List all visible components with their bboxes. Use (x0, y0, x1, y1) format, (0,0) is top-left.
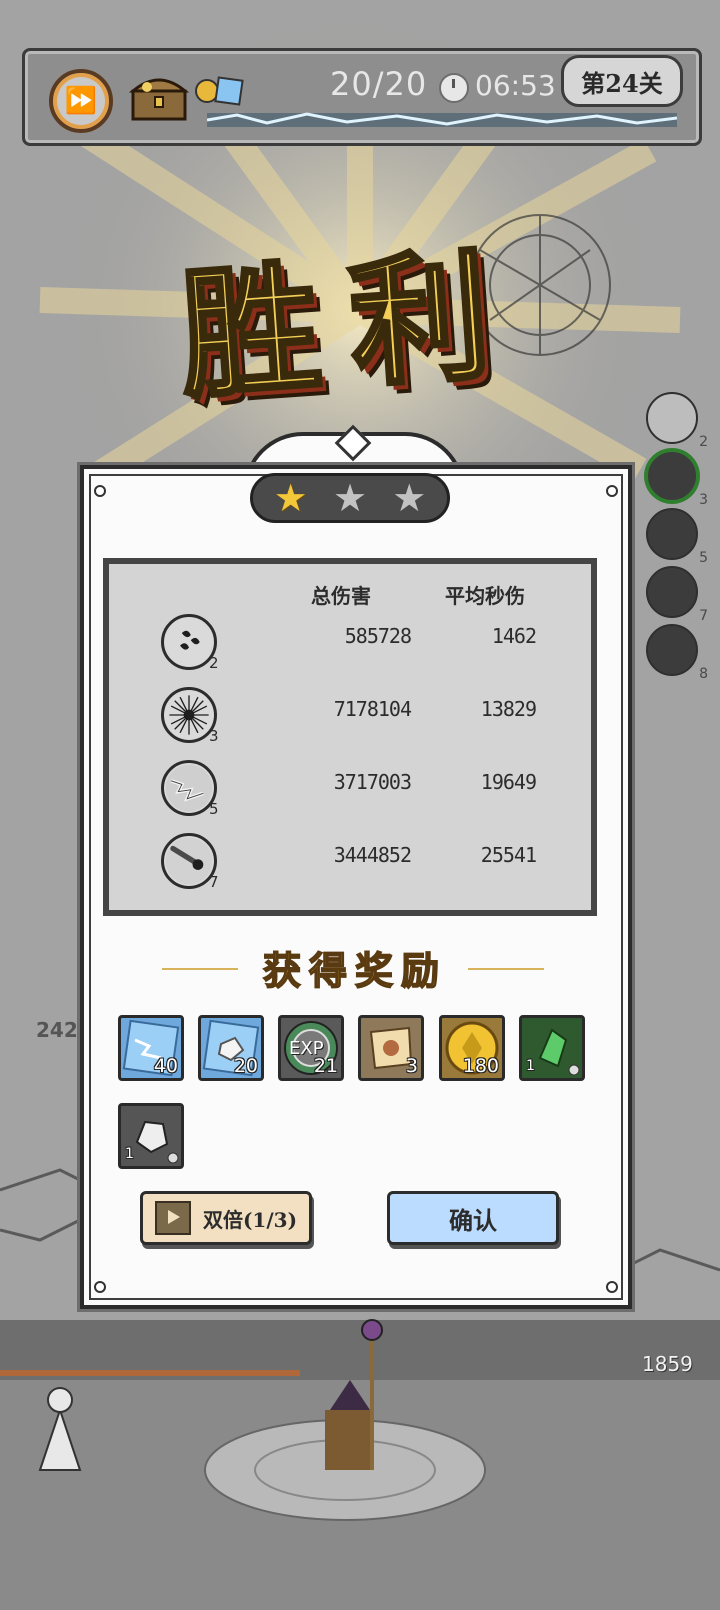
side-skill-list: 2 3 5 7 8 (646, 392, 708, 682)
damage-stats-table: 总伤害 平均秒伤 2 585728 1462 3 7178104 13829 5… (103, 558, 597, 916)
side-skill-drops[interactable]: 2 (646, 392, 708, 450)
avg-dps: 19649 (480, 770, 537, 794)
table-row: 2 585728 1462 (109, 614, 591, 678)
clock-icon (439, 73, 469, 103)
enemy-count: 242 (36, 1018, 78, 1042)
reward-count: 21 (313, 1055, 338, 1077)
reward-preview-icons (195, 76, 244, 106)
column-header-dps: 平均秒伤 (445, 584, 525, 608)
reward-count: 40 (153, 1055, 178, 1077)
reward-count: 1 (526, 1058, 535, 1074)
table-row: 7 3444852 25541 (109, 833, 591, 897)
side-skill-thorns[interactable]: 3 (646, 450, 708, 508)
total-damage: 3444852 (333, 843, 412, 867)
skill-level: 2 (209, 654, 219, 672)
reward-green-gem[interactable]: 1 (519, 1015, 585, 1081)
rivet (94, 485, 106, 497)
progress-bar (207, 112, 677, 127)
reward-gold[interactable]: 180 (439, 1015, 505, 1081)
star-icon-empty: ★ (392, 476, 427, 520)
level-badge: 第24关 (561, 55, 683, 107)
wave-counter: 20/20 (330, 65, 428, 103)
avg-dps: 25541 (480, 843, 537, 867)
star-rating: ★ ★ ★ (250, 473, 450, 523)
side-skill-blade[interactable]: 8 (646, 624, 708, 682)
victory-title: 胜利 (173, 230, 528, 421)
avg-dps: 1462 (491, 624, 537, 648)
reward-count: 180 (462, 1055, 499, 1077)
divider (468, 968, 544, 970)
table-row: 3 7178104 13829 (109, 687, 591, 751)
reward-lightning-crystal[interactable]: 40 (118, 1015, 184, 1081)
base-hp: 1859 (642, 1352, 693, 1376)
reward-count: 1 (125, 1146, 134, 1162)
side-skill-level: 5 (699, 550, 708, 566)
reward-exp[interactable]: EXP 21 (278, 1015, 344, 1081)
side-skill-level: 3 (699, 492, 708, 508)
skill-level: 5 (209, 800, 219, 818)
side-skill-level: 8 (699, 666, 708, 682)
rivet (606, 485, 618, 497)
rivet (94, 1281, 106, 1293)
star-icon-empty: ★ (332, 476, 368, 520)
reward-stone-ore[interactable]: 1 (118, 1103, 184, 1169)
skill-level: 3 (209, 727, 219, 745)
skill-level: 7 (209, 873, 219, 891)
star-icon-filled: ★ (273, 476, 308, 520)
table-row: 5 3717003 19649 (109, 760, 591, 824)
reward-count: 20 (233, 1055, 258, 1077)
confirm-button[interactable]: 确认 (387, 1191, 559, 1245)
total-damage: 585728 (344, 624, 412, 648)
total-damage: 7178104 (333, 697, 412, 721)
confirm-label: 确认 (449, 1205, 497, 1235)
side-skill-meteor[interactable]: 7 (646, 566, 708, 624)
reward-scroll[interactable]: 3 (358, 1015, 424, 1081)
fast-forward-icon: ⏩ (64, 86, 98, 116)
side-skill-lightning[interactable]: 5 (646, 508, 708, 566)
reward-count: 3 (405, 1055, 418, 1077)
side-skill-level: 7 (699, 608, 708, 624)
treasure-chest-icon[interactable] (127, 67, 191, 125)
avg-dps: 13829 (480, 697, 537, 721)
rivet (606, 1281, 618, 1293)
total-damage: 3717003 (333, 770, 412, 794)
top-hud: ⏩ 20/20 06:53 第24关 (22, 48, 702, 146)
video-ad-icon (154, 1201, 191, 1235)
column-header-total: 总伤害 (311, 584, 371, 608)
double-reward-label: 双倍(1/3) (202, 1207, 298, 1232)
fast-forward-button[interactable]: ⏩ (49, 69, 113, 133)
battle-timer: 06:53 (475, 69, 556, 102)
reward-ice-crystal[interactable]: 20 (198, 1015, 264, 1081)
side-skill-level: 2 (699, 434, 708, 450)
double-reward-button[interactable]: 双倍(1/3) (140, 1191, 312, 1245)
